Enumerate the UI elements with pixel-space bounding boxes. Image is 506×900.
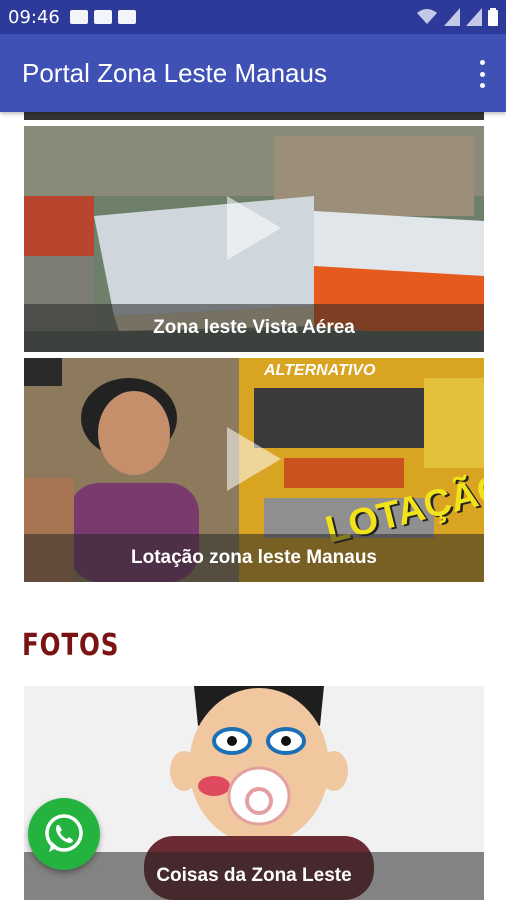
play-icon[interactable] — [227, 195, 281, 260]
gallery-icon — [93, 10, 112, 24]
image-icon — [69, 10, 88, 24]
battery-icon — [488, 8, 498, 26]
status-time: 09:46 — [8, 6, 60, 28]
photo-caption: Coisas da Zona Leste — [24, 852, 484, 900]
photo-card[interactable]: Coisas da Zona Leste — [24, 686, 484, 900]
status-bar: 09:46 — [0, 0, 506, 34]
signal-icon — [444, 8, 460, 26]
video-card-aerial[interactable]: Zona leste Vista Aérea — [24, 126, 484, 352]
overflow-menu-icon[interactable] — [476, 60, 488, 88]
app-bar: Portal Zona Leste Manaus — [0, 34, 506, 112]
video-caption: Lotação zona leste Manaus — [24, 534, 484, 582]
gallery-icon — [117, 10, 136, 24]
notification-icons — [69, 10, 136, 24]
signal-icon — [466, 8, 482, 26]
app-title: Portal Zona Leste Manaus — [22, 57, 327, 88]
wifi-icon — [417, 9, 437, 24]
video-caption: Zona leste Vista Aérea — [24, 304, 484, 352]
bus-sign: ALTERNATIVO — [264, 362, 376, 379]
content-feed: Zona leste Vista Aérea ALTERNATIVO LOTAÇ… — [0, 112, 506, 900]
video-card-lotacao[interactable]: ALTERNATIVO LOTAÇÃO Lotação zona leste M… — [24, 358, 484, 582]
system-icons — [416, 8, 498, 26]
play-icon[interactable] — [227, 426, 281, 491]
whatsapp-icon — [45, 814, 83, 852]
previous-card-edge — [24, 112, 484, 120]
section-title-fotos: FOTOS — [22, 628, 120, 663]
whatsapp-button[interactable] — [28, 798, 100, 870]
